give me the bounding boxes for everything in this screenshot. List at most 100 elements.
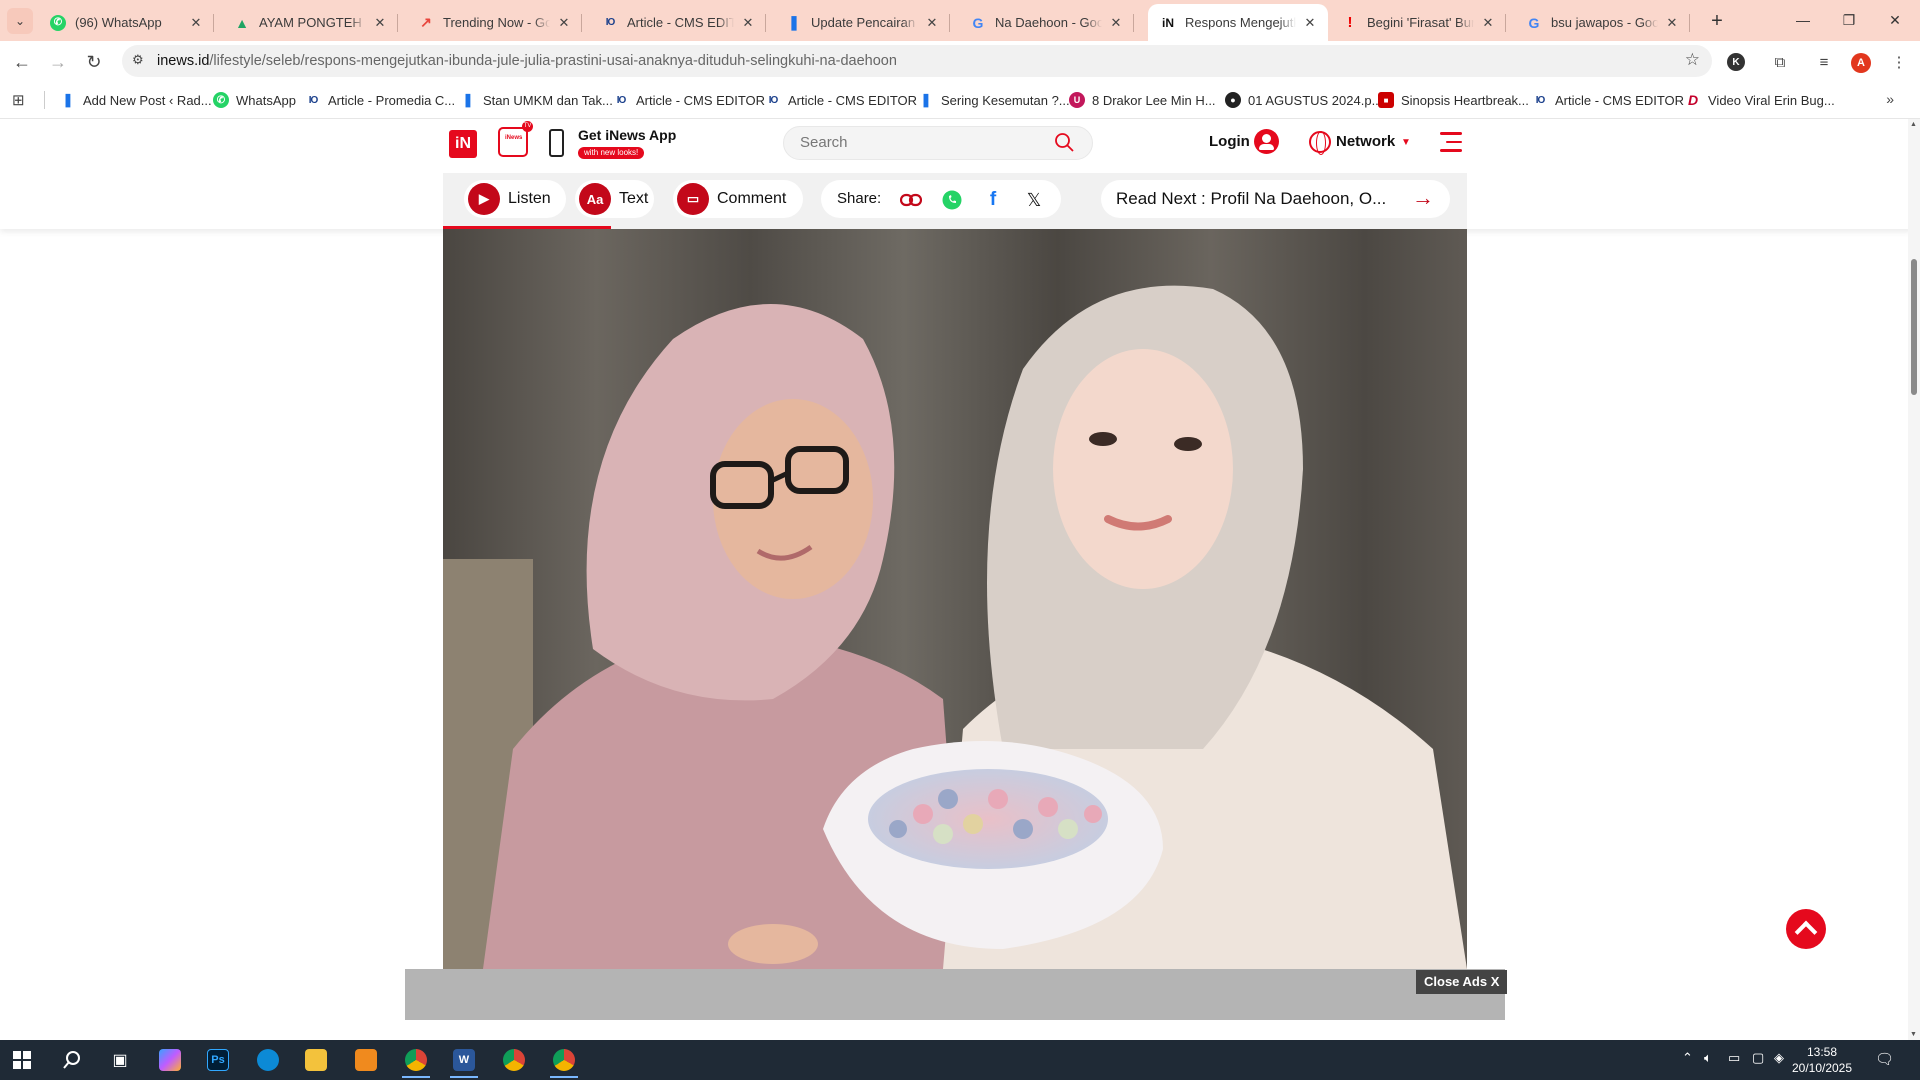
task-view-icon[interactable]: ▣ <box>102 1045 138 1075</box>
bookmark-item[interactable]: IO Article - CMS EDITOR <box>1532 81 1684 119</box>
bookmark-item[interactable]: IO Article - CMS EDITOR <box>765 81 917 119</box>
page-scrollbar[interactable]: ▲ ▼ <box>1908 119 1920 1040</box>
listen-button[interactable]: ▶ Listen <box>464 180 566 218</box>
bookmark-item[interactable]: ❚ Sering Kesemutan ?... <box>918 81 1070 119</box>
chrome-second-profile-icon[interactable] <box>546 1045 582 1078</box>
tab-close-icon[interactable]: ✕ <box>740 15 756 31</box>
file-explorer-icon[interactable] <box>298 1045 334 1075</box>
scroll-down-icon[interactable]: ▼ <box>1910 1031 1917 1038</box>
bookmark-item[interactable]: ❚ Stan UMKM dan Tak... <box>460 81 613 119</box>
caret-down-icon[interactable]: ▼ <box>1401 137 1411 148</box>
browser-tab[interactable]: ❚ Update Pencairan Ba ✕ <box>774 4 950 41</box>
bookmark-item[interactable]: D Video Viral Erin Bug... <box>1685 81 1835 119</box>
hamburger-menu-icon[interactable] <box>1440 132 1462 158</box>
site-header: iN iNews TV Get iNews App with new looks… <box>0 119 1912 229</box>
tab-close-icon[interactable]: ✕ <box>188 15 204 31</box>
bookmark-star-icon[interactable]: ☆ <box>1685 50 1700 70</box>
system-clock[interactable]: 13:58 20/10/2025 <box>1790 1044 1854 1076</box>
extensions-puzzle-icon[interactable]: ⧉ <box>1769 51 1791 73</box>
tab-close-icon[interactable]: ✕ <box>1302 15 1318 31</box>
user-icon[interactable] <box>1254 129 1279 154</box>
photoshop-icon[interactable]: Ps <box>200 1045 236 1075</box>
login-link[interactable]: Login <box>1209 133 1250 150</box>
minimize-icon[interactable]: — <box>1780 0 1826 40</box>
browser-tab[interactable]: Gbsu jawapos - Googl ✕ <box>1514 4 1690 41</box>
inews-logo[interactable]: iN <box>449 130 477 158</box>
bookmark-item[interactable]: IO Article - CMS EDITOR <box>613 81 765 119</box>
address-bar[interactable]: ⚙ inews.id/lifestyle/seleb/respons-menge… <box>122 45 1712 77</box>
browser-tab[interactable]: IO Article - CMS EDITOR ✕ <box>590 4 766 41</box>
tab-close-icon[interactable]: ✕ <box>1108 15 1124 31</box>
forward-button[interactable]: → <box>44 48 72 76</box>
browser-tab[interactable]: G Na Daehoon - Googl ✕ <box>958 4 1134 41</box>
read-next-link[interactable]: Read Next : Profil Na Daehoon, O... → <box>1101 180 1450 218</box>
apps-grid-icon[interactable]: ⊞ <box>12 91 25 109</box>
chrome-menu-icon[interactable]: ⋮ <box>1888 51 1910 73</box>
close-window-icon[interactable]: ✕ <box>1872 0 1918 40</box>
tab-close-icon[interactable]: ✕ <box>556 15 572 31</box>
get-app-link[interactable]: Get iNews App <box>578 127 676 143</box>
tab-title: Respons Mengejutka <box>1185 15 1296 30</box>
new-tab-button[interactable]: + <box>1704 8 1730 34</box>
edge-icon[interactable] <box>250 1045 286 1075</box>
display-icon[interactable]: ▢ <box>1752 1050 1764 1066</box>
x-share-icon[interactable]: 𝕏 <box>1023 189 1045 211</box>
browser-tab[interactable]: ! Begini 'Firasat' Buruk ✕ <box>1330 4 1506 41</box>
copy-link-icon[interactable] <box>900 189 922 211</box>
search-input[interactable] <box>800 134 1040 151</box>
bookmark-item[interactable]: IO Article - Promedia C... <box>305 81 455 119</box>
copilot-icon[interactable] <box>152 1045 188 1075</box>
close-ads-button[interactable]: Close Ads X <box>1416 970 1508 994</box>
browser-tab[interactable]: iN Respons Mengejutka ✕ <box>1148 4 1328 41</box>
globe-icon[interactable] <box>1309 131 1331 155</box>
tab-close-icon[interactable]: ✕ <box>372 15 388 31</box>
reload-button[interactable]: ↻ <box>80 48 108 76</box>
word-icon[interactable]: W <box>446 1045 482 1078</box>
bookmark-item[interactable]: ● 01 AGUSTUS 2024.p... <box>1225 81 1382 119</box>
circle-logo-icon: ● <box>1225 92 1241 108</box>
tray-chevron-icon[interactable]: ⌃ <box>1682 1050 1693 1066</box>
scroll-to-top-button[interactable] <box>1786 909 1826 949</box>
bookmark-item[interactable]: ■ Sinopsis Heartbreak... <box>1378 81 1529 119</box>
search-icon[interactable] <box>1054 132 1074 152</box>
io-logo-icon: IO <box>1535 94 1546 106</box>
back-button[interactable]: ← <box>8 48 36 76</box>
facebook-share-icon[interactable]: f <box>982 189 1004 211</box>
tab-search-chevron-icon[interactable]: ⌄ <box>7 8 33 34</box>
browser-tab[interactable]: ✆ (96) WhatsApp ✕ <box>38 4 214 41</box>
text-button[interactable]: Aa Text <box>575 180 654 218</box>
volume-icon[interactable]: 🔈︎ <box>1704 1050 1712 1066</box>
restore-icon[interactable]: ❐ <box>1826 0 1872 40</box>
more-bookmarks-icon[interactable]: » <box>1886 91 1894 107</box>
phone-icon[interactable] <box>549 129 564 157</box>
windows-start-icon[interactable] <box>4 1045 40 1075</box>
tab-close-icon[interactable]: ✕ <box>1480 15 1496 31</box>
tab-close-icon[interactable]: ✕ <box>924 15 940 31</box>
comment-button[interactable]: ▭ Comment <box>673 180 803 218</box>
tab-title: Article - CMS EDITOR <box>627 15 734 30</box>
extension-k-icon[interactable]: K <box>1727 53 1745 71</box>
inews-icon: iN <box>1162 15 1174 30</box>
bookmark-item[interactable]: ✆ WhatsApp <box>213 81 296 119</box>
chrome-profile-icon[interactable] <box>398 1045 434 1078</box>
orange-app-icon[interactable] <box>348 1045 384 1075</box>
media-control-icon[interactable]: ≡ <box>1813 51 1835 73</box>
clock-date: 20/10/2025 <box>1791 1061 1853 1075</box>
bookmark-item[interactable]: U 8 Drakor Lee Min H... <box>1069 81 1216 119</box>
inews-tv-icon[interactable]: iNews TV <box>498 121 533 157</box>
chrome-icon[interactable] <box>496 1045 532 1075</box>
network-tray-icon[interactable]: ▭ <box>1728 1050 1740 1066</box>
profile-avatar[interactable]: A <box>1851 53 1871 73</box>
shield-icon[interactable]: ◈ <box>1774 1050 1784 1066</box>
browser-tab[interactable]: ▲ AYAM PONGTEH - Go ✕ <box>222 4 398 41</box>
notifications-icon[interactable]: 🗨︎ <box>1875 1050 1894 1068</box>
browser-tab[interactable]: ↗ Trending Now - Goog ✕ <box>406 4 582 41</box>
bookmark-item[interactable]: ❚ Add New Post ‹ Rad... <box>60 81 212 119</box>
network-menu[interactable]: Network <box>1336 133 1395 150</box>
taskbar-search-icon[interactable] <box>54 1045 90 1075</box>
tab-close-icon[interactable]: ✕ <box>1664 15 1680 31</box>
whatsapp-share-icon[interactable] <box>941 189 963 211</box>
scrollbar-thumb[interactable] <box>1911 259 1917 395</box>
scroll-up-icon[interactable]: ▲ <box>1910 121 1917 128</box>
site-info-icon[interactable]: ⚙ <box>132 52 144 68</box>
